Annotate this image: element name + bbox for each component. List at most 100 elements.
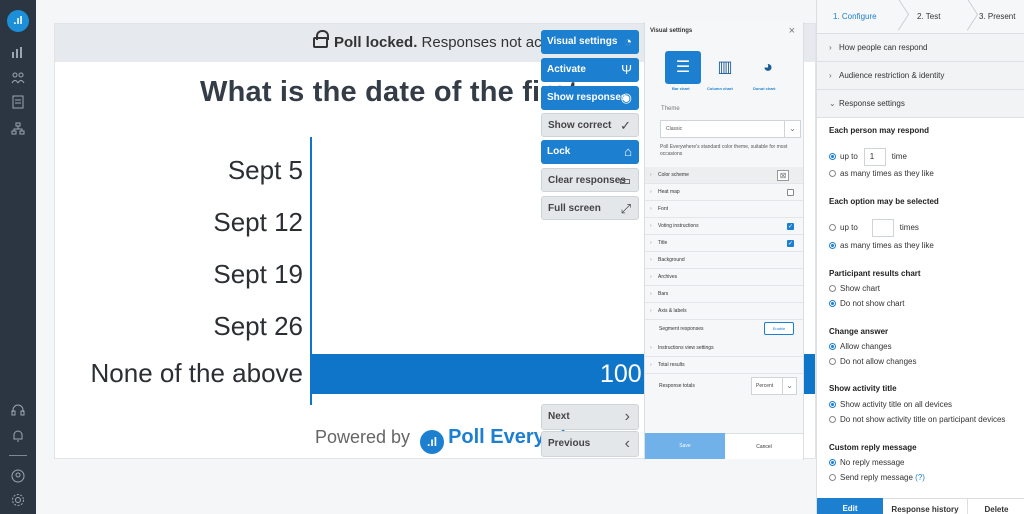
tab-delete[interactable]: Delete — [967, 498, 1024, 514]
hide-title-participant-option[interactable]: Do not show activity title on participan… — [829, 414, 1005, 426]
setting-row-instructions-view[interactable]: › Instructions view settings — [645, 340, 803, 357]
chevron-right-icon: › — [624, 408, 630, 425]
tab-present[interactable]: 3. Present — [979, 0, 1015, 34]
accordion-response-settings[interactable]: ⌄ Response settings — [817, 90, 1024, 118]
option-count-input[interactable] — [871, 219, 894, 237]
chevron-right-icon: › — [650, 240, 652, 246]
change-answer-heading: Change answer — [829, 327, 889, 336]
show-chart-option[interactable]: Show chart — [829, 283, 880, 295]
respond-limit-radio[interactable] — [829, 153, 836, 161]
lock-button[interactable]: Lock ⌂ — [541, 140, 639, 164]
option-limit-radio[interactable] — [829, 224, 836, 232]
respond-count-input[interactable]: 1 — [863, 148, 886, 166]
option-unlimited-radio[interactable] — [829, 242, 836, 249]
hide-title-participant-radio[interactable] — [829, 416, 836, 423]
setting-label: Voting instructions — [658, 223, 699, 229]
do-not-show-chart-radio[interactable] — [829, 300, 836, 307]
settings-icon[interactable] — [8, 493, 28, 513]
cancel-button[interactable]: Cancel — [725, 433, 803, 459]
setting-label: Bars — [658, 291, 669, 297]
setting-row-heat-map[interactable]: › Heat map — [645, 184, 803, 201]
document-icon[interactable] — [8, 95, 28, 115]
setting-row-color-scheme[interactable]: › Color scheme ⊠ — [645, 167, 803, 184]
people-icon[interactable] — [8, 70, 28, 90]
column-chart-type[interactable]: ▥ — [707, 51, 743, 84]
time-label: time — [891, 152, 907, 162]
send-reply-option[interactable]: Send reply message (?) — [829, 472, 925, 484]
clear-responses-button[interactable]: Clear responses ▭ — [541, 168, 639, 192]
enable-button[interactable]: Enable — [764, 322, 794, 335]
chevron-right-icon: › — [650, 291, 652, 297]
do-not-allow-changes-option[interactable]: Do not allow changes — [829, 356, 917, 368]
setting-row-archives[interactable]: › Archives — [645, 269, 803, 286]
setting-row-total-results[interactable]: › Total results — [645, 357, 803, 374]
show-title-all-option[interactable]: Show activity title on all devices — [829, 399, 952, 411]
poll-everywhere-logo[interactable]: .ıl — [7, 10, 29, 32]
full-screen-label: Full screen — [548, 203, 601, 214]
save-button[interactable]: Save — [645, 433, 725, 459]
activate-label: Activate — [547, 64, 586, 75]
show-chart-radio[interactable] — [829, 285, 836, 292]
next-button[interactable]: Next › — [541, 404, 639, 430]
activate-button[interactable]: Activate Ψ — [541, 58, 639, 82]
chevron-right-icon: › — [650, 345, 652, 351]
option-label: as many times as they like — [840, 241, 934, 250]
do-not-show-chart-option[interactable]: Do not show chart — [829, 298, 904, 310]
checkmark-icon: ✓ — [620, 118, 631, 133]
response-totals-select[interactable]: Percent ⌄ — [751, 377, 797, 395]
setting-label: Heat map — [658, 189, 680, 195]
show-responses-button[interactable]: Show responses ◉ — [541, 86, 639, 110]
respond-limit-option[interactable]: up to 1 time — [829, 148, 907, 166]
setting-row-font[interactable]: › Font — [645, 201, 803, 218]
tab-configure[interactable]: 1. Configure — [833, 0, 877, 34]
option-unlimited-option[interactable]: as many times as they like — [829, 240, 934, 252]
setting-row-title[interactable]: › Title — [645, 235, 803, 253]
each-person-heading: Each person may respond — [829, 126, 930, 135]
chevron-right-icon: › — [650, 362, 652, 368]
tab-test[interactable]: 2. Test — [917, 0, 940, 34]
respond-unlimited-option[interactable]: as many times as they like — [829, 168, 934, 180]
org-chart-icon[interactable] — [8, 121, 28, 141]
send-reply-radio[interactable] — [829, 474, 836, 481]
bar-chart-icon[interactable] — [8, 44, 28, 64]
show-correct-button[interactable]: Show correct ✓ — [541, 113, 639, 137]
theme-select[interactable]: Classic ⌄ — [660, 120, 801, 138]
allow-changes-option[interactable]: Allow changes — [829, 341, 892, 353]
donut-chart-type[interactable]: ◕ — [750, 51, 786, 84]
color-swatch-icon[interactable]: ⊠ — [777, 170, 789, 181]
voting-instructions-checkbox[interactable] — [787, 219, 794, 236]
no-reply-radio[interactable] — [829, 459, 836, 466]
respond-unlimited-radio[interactable] — [829, 170, 836, 177]
headset-icon[interactable] — [8, 403, 28, 423]
tab-response-history[interactable]: Response history — [883, 498, 967, 514]
segment-responses-row: Segment responses Enable — [645, 318, 803, 340]
setting-row-background[interactable]: › Background — [645, 252, 803, 269]
bar-chart-type[interactable]: ☰ — [665, 51, 701, 84]
previous-button[interactable]: Previous ‹ — [541, 431, 639, 457]
donut-chart-label: Donut chart — [753, 86, 776, 91]
option-label: Allow changes — [840, 342, 892, 351]
setting-row-bars[interactable]: › Bars — [645, 286, 803, 303]
setting-label: Background — [658, 257, 685, 263]
show-title-all-radio[interactable] — [829, 401, 836, 408]
option-label: Sept 5 — [227, 155, 303, 185]
setting-row-voting-instructions[interactable]: › Voting instructions — [645, 218, 803, 236]
heat-map-checkbox[interactable] — [787, 189, 794, 196]
no-reply-option[interactable]: No reply message — [829, 457, 904, 469]
chevron-right-icon: › — [829, 43, 832, 52]
chevron-right-icon: › — [650, 172, 652, 178]
allow-changes-radio[interactable] — [829, 343, 836, 350]
title-checkbox[interactable] — [787, 236, 794, 253]
accordion-how-people-respond[interactable]: › How people can respond — [817, 34, 1024, 62]
bell-icon[interactable] — [8, 429, 28, 449]
visual-settings-button[interactable]: Visual settings ◔ — [541, 30, 639, 54]
do-not-allow-changes-radio[interactable] — [829, 358, 836, 365]
option-limit-option[interactable]: up to times — [829, 219, 919, 237]
help-link[interactable]: (?) — [915, 473, 925, 482]
tab-edit[interactable]: Edit — [817, 498, 883, 514]
close-icon[interactable]: × — [789, 25, 795, 37]
antenna-icon: Ψ — [621, 62, 632, 77]
full-screen-button[interactable]: Full screen ⤢ — [541, 196, 639, 220]
account-icon[interactable] — [8, 469, 28, 489]
accordion-audience-restriction[interactable]: › Audience restriction & identity — [817, 62, 1024, 90]
